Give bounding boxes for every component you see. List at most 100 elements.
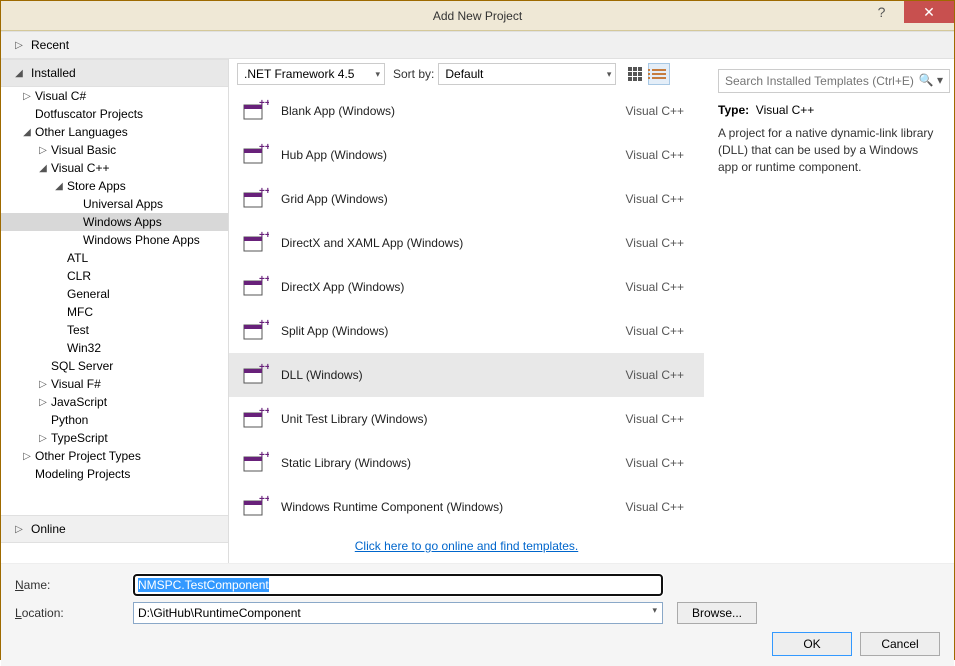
nav-installed[interactable]: ◢ Installed — [1, 59, 228, 87]
template-name: Blank App (Windows) — [281, 104, 614, 118]
svg-text:++: ++ — [259, 494, 269, 505]
template-icon: ++ — [241, 449, 269, 477]
type-label: Type: — [718, 103, 749, 117]
svg-text:++: ++ — [259, 362, 269, 373]
template-name: DirectX App (Windows) — [281, 280, 614, 294]
nav-installed-label: Installed — [31, 66, 76, 80]
ok-button[interactable]: OK — [772, 632, 852, 656]
template-row[interactable]: ++ Hub App (Windows) Visual C++ — [229, 133, 704, 177]
close-button[interactable]: ✕ — [904, 1, 954, 23]
tree-store-apps[interactable]: ◢Store Apps — [1, 177, 228, 195]
svg-text:++: ++ — [259, 450, 269, 461]
tree-other-project-types[interactable]: ▷Other Project Types — [1, 447, 228, 465]
tree-atl[interactable]: ▷ATL — [1, 249, 228, 267]
template-name: Windows Runtime Component (Windows) — [281, 500, 614, 514]
template-row[interactable]: ++ DirectX App (Windows) Visual C++ — [229, 265, 704, 309]
tree-win32[interactable]: ▷Win32 — [1, 339, 228, 357]
nav-online[interactable]: ▷ Online — [1, 515, 228, 543]
chevron-right-icon: ▷ — [21, 451, 33, 462]
template-row[interactable]: ++ Unit Test Library (Windows) Visual C+… — [229, 397, 704, 441]
name-input[interactable] — [133, 574, 663, 596]
category-tree[interactable]: ▷Visual C# ▷Dotfuscator Projects ◢Other … — [1, 87, 228, 515]
template-icon: ++ — [241, 229, 269, 257]
location-label: Location: — [15, 606, 125, 620]
online-templates-link[interactable]: Click here to go online and find templat… — [355, 539, 578, 553]
tree-windows-phone-apps[interactable]: ▷Windows Phone Apps — [1, 231, 228, 249]
template-row[interactable]: ++ Static Library (Windows) Visual C++ — [229, 441, 704, 485]
help-button[interactable]: ? — [859, 1, 904, 23]
tree-modeling-projects[interactable]: ▷Modeling Projects — [1, 465, 228, 483]
tree-visual-cpp[interactable]: ◢Visual C++ — [1, 159, 228, 177]
template-name: Grid App (Windows) — [281, 192, 614, 206]
view-grid-button[interactable] — [624, 63, 646, 85]
browse-button[interactable]: Browse... — [677, 602, 757, 624]
template-icon: ++ — [241, 405, 269, 433]
tree-javascript[interactable]: ▷JavaScript — [1, 393, 228, 411]
cancel-button[interactable]: Cancel — [860, 632, 940, 656]
search-icon: 🔍 ▾ — [919, 73, 943, 87]
tree-windows-apps[interactable]: ▷Windows Apps — [1, 213, 228, 231]
tree-sql-server[interactable]: ▷SQL Server — [1, 357, 228, 375]
chevron-right-icon: ▷ — [37, 397, 49, 408]
type-line: Type: Visual C++ — [718, 103, 940, 117]
tree-typescript[interactable]: ▷TypeScript — [1, 429, 228, 447]
online-templates-link-row: Click here to go online and find templat… — [229, 529, 704, 563]
template-name: Hub App (Windows) — [281, 148, 614, 162]
template-language: Visual C++ — [626, 368, 692, 382]
framework-value: .NET Framework 4.5 — [244, 67, 354, 81]
tree-visual-basic[interactable]: ▷Visual Basic — [1, 141, 228, 159]
view-list-button[interactable] — [648, 63, 670, 85]
nav-recent[interactable]: ▷ Recent — [1, 31, 954, 59]
chevron-right-icon: ▷ — [37, 145, 49, 156]
nav-online-label: Online — [31, 522, 66, 536]
window-controls: ? ✕ — [859, 1, 954, 23]
location-input[interactable] — [133, 602, 663, 624]
chevron-right-icon: ▷ — [13, 40, 25, 51]
search-templates-box[interactable]: 🔍 ▾ — [718, 69, 950, 93]
svg-text:++: ++ — [259, 406, 269, 417]
nav-recent-label: Recent — [31, 38, 69, 52]
tree-dotfuscator[interactable]: ▷Dotfuscator Projects — [1, 105, 228, 123]
template-language: Visual C++ — [626, 324, 692, 338]
template-language: Visual C++ — [626, 500, 692, 514]
tree-clr[interactable]: ▷CLR — [1, 267, 228, 285]
chevron-right-icon: ▷ — [13, 524, 25, 535]
tree-visual-fsharp[interactable]: ▷Visual F# — [1, 375, 228, 393]
chevron-down-icon: ◢ — [13, 68, 25, 79]
chevron-right-icon: ▷ — [37, 433, 49, 444]
template-language: Visual C++ — [626, 148, 692, 162]
tree-universal-apps[interactable]: ▷Universal Apps — [1, 195, 228, 213]
svg-text:++: ++ — [259, 98, 269, 109]
template-row[interactable]: ++ Windows Runtime Component (Windows) V… — [229, 485, 704, 529]
template-language: Visual C++ — [626, 104, 692, 118]
svg-text:++: ++ — [259, 230, 269, 241]
details-panel: 🔍 ▾ Type: Visual C++ A project for a nat… — [704, 59, 954, 563]
svg-text:++: ++ — [259, 186, 269, 197]
tree-test[interactable]: ▷Test — [1, 321, 228, 339]
chevron-right-icon: ▷ — [21, 91, 33, 102]
tree-visual-csharp[interactable]: ▷Visual C# — [1, 87, 228, 105]
sort-dropdown[interactable]: Default — [438, 63, 616, 85]
template-name: DirectX and XAML App (Windows) — [281, 236, 614, 250]
bottom-form: Name: Location: Browse... OK Cancel — [1, 563, 954, 666]
template-description: A project for a native dynamic-link libr… — [718, 125, 940, 175]
template-row[interactable]: ++ Blank App (Windows) Visual C++ — [229, 89, 704, 133]
template-list[interactable]: ++ Blank App (Windows) Visual C++ ++ Hub… — [229, 89, 704, 529]
framework-dropdown[interactable]: .NET Framework 4.5 — [237, 63, 385, 85]
type-value: Visual C++ — [756, 103, 814, 117]
template-icon: ++ — [241, 141, 269, 169]
tree-python[interactable]: ▷Python — [1, 411, 228, 429]
template-language: Visual C++ — [626, 456, 692, 470]
tree-mfc[interactable]: ▷MFC — [1, 303, 228, 321]
chevron-down-icon: ◢ — [53, 181, 65, 192]
template-row[interactable]: ++ DirectX and XAML App (Windows) Visual… — [229, 221, 704, 265]
template-row[interactable]: ++ DLL (Windows) Visual C++ — [229, 353, 704, 397]
tree-other-languages[interactable]: ◢Other Languages — [1, 123, 228, 141]
template-name: Unit Test Library (Windows) — [281, 412, 614, 426]
search-input[interactable] — [725, 70, 925, 92]
template-language: Visual C++ — [626, 236, 692, 250]
template-row[interactable]: ++ Split App (Windows) Visual C++ — [229, 309, 704, 353]
tree-general[interactable]: ▷General — [1, 285, 228, 303]
sort-value: Default — [445, 67, 483, 81]
template-row[interactable]: ++ Grid App (Windows) Visual C++ — [229, 177, 704, 221]
